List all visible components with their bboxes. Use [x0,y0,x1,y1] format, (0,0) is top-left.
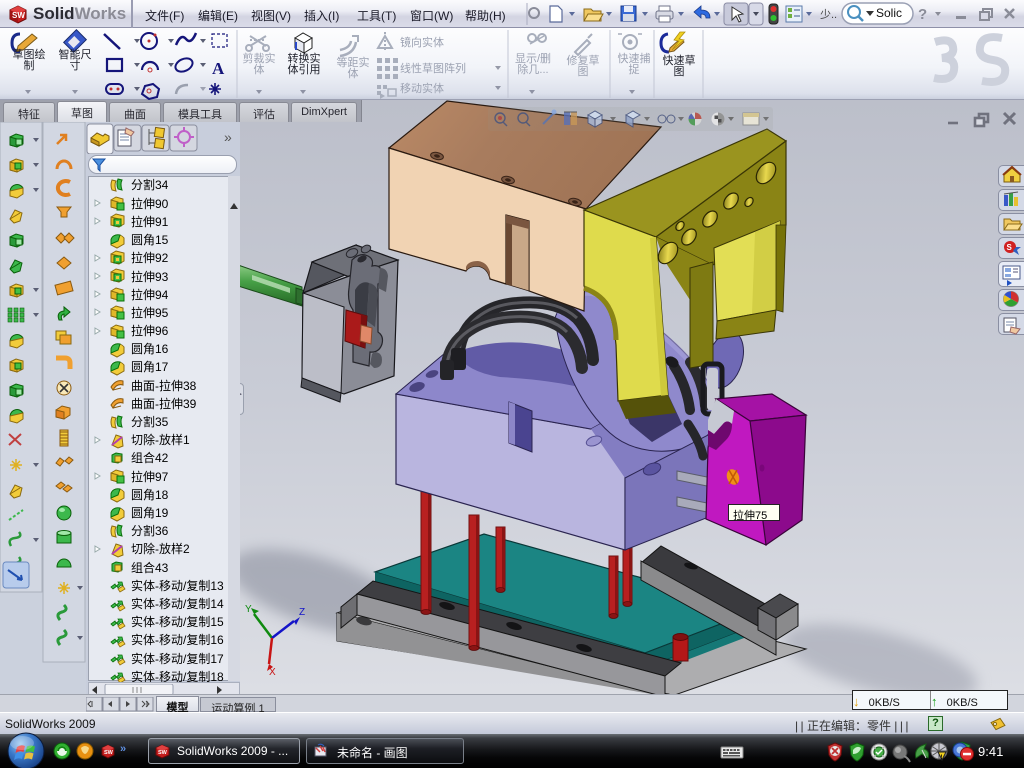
svg-text:分割35: 分割35 [131,414,169,429]
svg-text:Y: Y [245,604,252,615]
svg-text:!: ! [941,755,943,761]
svg-text:X: X [269,667,276,678]
svg-text:圆角15: 圆角15 [131,233,169,247]
svg-text:SW: SW [12,11,25,20]
svg-text:拉伸96: 拉伸96 [131,323,169,338]
svg-text:分割34: 分割34 [131,177,169,192]
svg-text:拉伸91: 拉伸91 [131,214,169,229]
svg-text:切除-放样1: 切除-放样1 [131,432,190,447]
svg-text:»: » [224,129,232,145]
svg-text:实体-移动/复制14: 实体-移动/复制14 [131,596,224,611]
svg-text:实体-移动/复制15: 实体-移动/复制15 [131,614,224,629]
svg-text:圆角18: 圆角18 [131,488,169,502]
svg-text:圆角16: 圆角16 [131,342,169,356]
svg-text:曲面-拉伸38: 曲面-拉伸38 [131,378,197,393]
svg-text:拉伸93: 拉伸93 [131,269,169,284]
svg-text:少..: 少.. [820,8,837,21]
svg-text:分割36: 分割36 [131,523,169,538]
svg-text:曲面-拉伸39: 曲面-拉伸39 [131,396,197,411]
svg-text:Solic: Solic [876,6,902,20]
svg-text:组合43: 组合43 [131,560,169,575]
svg-text:拉伸94: 拉伸94 [131,287,169,302]
svg-text:切除-放样2: 切除-放样2 [131,541,190,556]
svg-text:»: » [120,743,126,755]
svg-text:S: S [1007,243,1013,252]
svg-text:实体-移动/复制13: 实体-移动/复制13 [131,578,224,593]
svg-text:圆角19: 圆角19 [131,506,169,520]
svg-text:Z: Z [299,607,305,618]
svg-text:组合42: 组合42 [131,450,169,465]
svg-text:实体-移动/复制18: 实体-移动/复制18 [131,669,224,682]
svg-text:实体-移动/复制16: 实体-移动/复制16 [131,632,224,647]
svg-text:A: A [212,59,225,78]
svg-text:拉伸92: 拉伸92 [131,250,169,265]
svg-text:?: ? [918,6,927,23]
svg-text:SW: SW [158,750,168,756]
svg-text:圆角17: 圆角17 [131,360,169,374]
svg-text:拉伸97: 拉伸97 [131,469,169,484]
svg-text:实体-移动/复制17: 实体-移动/复制17 [131,651,224,666]
svg-text:拉伸90: 拉伸90 [131,196,169,211]
svg-text:SW: SW [104,750,114,756]
svg-text:拉伸95: 拉伸95 [131,305,169,320]
